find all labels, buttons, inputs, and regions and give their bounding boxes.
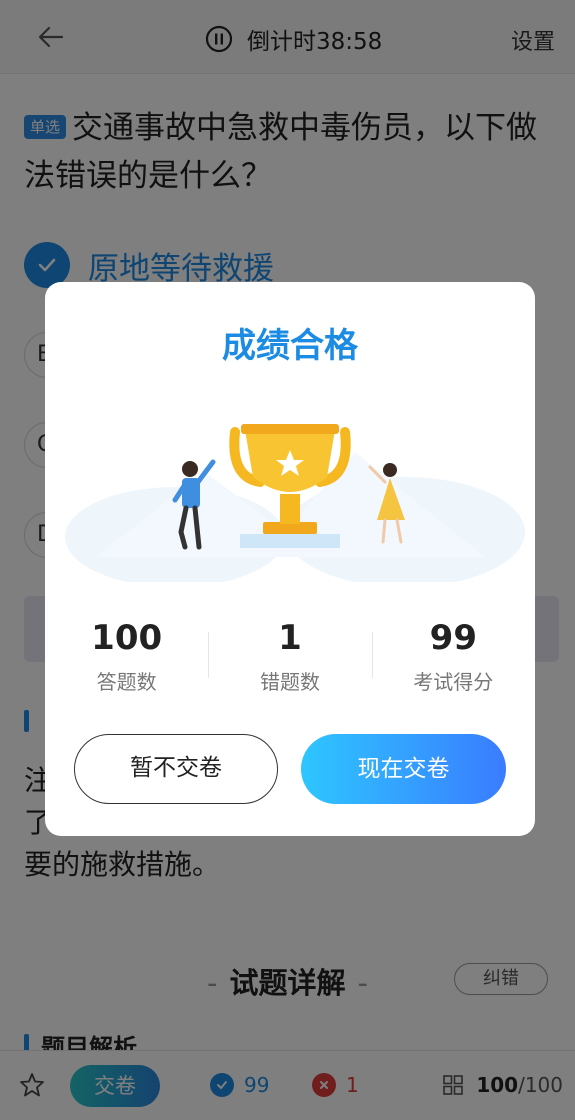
trophy-illustration	[65, 424, 525, 582]
submit-now-button[interactable]: 现在交卷	[301, 734, 506, 804]
score-stats: 100 答题数 1 错题数 99 考试得分	[45, 616, 535, 706]
stat-wrong: 1 错题数	[208, 616, 371, 706]
result-title: 成绩合格	[222, 326, 358, 366]
stat-answered: 100 答题数	[91, 618, 163, 694]
not-submit-button[interactable]: 暂不交卷	[74, 734, 278, 804]
stat-score: 99 考试得分	[371, 616, 535, 706]
result-dialog: 成绩合格 100 答题数 1 错题数 99 考试得分 暂不交卷 现在交卷	[45, 282, 535, 836]
